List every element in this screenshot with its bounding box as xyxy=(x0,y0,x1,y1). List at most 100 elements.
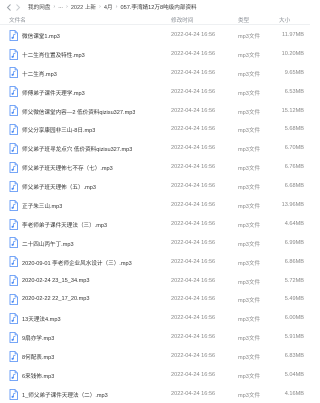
audio-file-icon xyxy=(9,237,18,249)
column-name-header[interactable]: 文件名 xyxy=(9,16,26,24)
audio-file-icon xyxy=(9,67,18,79)
audio-file-icon xyxy=(9,162,18,173)
audio-file-icon xyxy=(9,294,18,306)
file-size: 5.49MB xyxy=(284,296,304,303)
file-row[interactable]: 师傅弟子课件天理学.mp3 2022-04-24 16:56 mp3文件 6.53MB xyxy=(0,83,310,102)
breadcrumb-2022-new[interactable]: 2022 上新 xyxy=(71,3,96,11)
file-row[interactable]: 微信课堂1.mp3 2022-04-24 16:56 mp3文件 11.97MB xyxy=(0,26,310,45)
column-modified-header[interactable]: 修改时间 xyxy=(171,16,193,24)
file-name: 师父弟子班寻龙点穴 低价资料qizisu327.mp3 xyxy=(22,147,133,154)
breadcrumb-april[interactable]: 4月 xyxy=(104,3,113,11)
file-type: mp3文件 xyxy=(238,260,261,267)
back-button[interactable] xyxy=(4,3,13,12)
column-size-header[interactable]: 大小 xyxy=(279,16,290,24)
file-modified-time: 2022-04-24 16:56 xyxy=(171,390,216,397)
file-row[interactable]: 二十四山丙午丁.mp3 2022-04-24 16:56 mp3文件 6.99MB xyxy=(0,234,310,253)
file-name: 师父微信课堂内容—2 低价资料qizisu327.mp3 xyxy=(22,109,136,116)
file-row[interactable]: 师父弟子班寻龙点穴 低价资料qizisu327.mp3 2022-04-24 16… xyxy=(0,139,310,158)
file-modified-time: 2022-04-24 16:56 xyxy=(171,239,216,246)
file-size: 5.72MB xyxy=(284,277,304,284)
file-modified-time: 2022-04-24 16:56 xyxy=(171,277,216,284)
file-row[interactable]: 8何配表.mp3 2022-04-24 16:56 mp3文件 6.83MB xyxy=(0,347,310,366)
file-type: mp3文件 xyxy=(238,317,261,324)
file-type: mp3文件 xyxy=(238,336,261,343)
file-row[interactable]: 师父分享康园非三山-8日.mp3 2022-04-24 16:56 mp3文件 5.6… xyxy=(0,120,310,139)
file-modified-time: 2022-04-24 16:56 xyxy=(171,220,216,227)
file-type: mp3文件 xyxy=(238,392,261,399)
file-size: 15.12MB xyxy=(281,107,304,114)
file-size: 6.86MB xyxy=(284,258,304,265)
file-type: mp3文件 xyxy=(238,90,261,97)
file-type: mp3文件 xyxy=(238,128,261,135)
file-modified-time: 2022-04-24 16:56 xyxy=(171,50,216,57)
file-name: 微信课堂1.mp3 xyxy=(22,34,60,40)
file-type: mp3文件 xyxy=(238,355,261,362)
file-modified-time: 2022-04-24 16:56 xyxy=(171,334,216,341)
file-name: 正子朱三山.mp3 xyxy=(22,204,63,211)
file-size: 6.99MB xyxy=(284,239,304,246)
file-row[interactable]: 13天理法4.mp3 2022-04-24 16:56 mp3文件 6.00MB xyxy=(0,309,310,328)
audio-file-icon xyxy=(9,180,18,192)
file-row[interactable]: 6来钱佈.mp3 2022-04-24 16:56 mp3文件 5.04MB xyxy=(0,366,310,385)
file-name: 师父弟子班天理佈七不存（七）.mp3 xyxy=(22,166,113,173)
audio-file-icon xyxy=(9,350,18,362)
column-type-header[interactable]: 类型 xyxy=(238,16,249,24)
file-row[interactable]: 2020-09-01 李老师企业风水设计（三）.mp3 2022-04-24 16… xyxy=(0,253,310,272)
file-row[interactable]: 正子朱三山.mp3 2022-04-24 16:56 mp3文件 13.96MB xyxy=(0,196,310,215)
audio-file-icon xyxy=(9,124,18,136)
file-size: 10.20MB xyxy=(281,50,304,57)
file-modified-time: 2022-04-24 16:56 xyxy=(171,126,216,133)
file-size: 4.64MB xyxy=(284,220,304,227)
file-type: mp3文件 xyxy=(238,147,261,154)
file-name: 2020-09-01 李老师企业风水设计（三）.mp3 xyxy=(22,260,132,267)
forward-button[interactable] xyxy=(13,3,22,12)
file-type: mp3文件 xyxy=(238,109,261,116)
breadcrumb-separator: › xyxy=(65,4,68,10)
file-name: 2020-02-24 23_15_34.mp3 xyxy=(22,277,90,284)
file-name: 8何配表.mp3 xyxy=(22,355,55,362)
file-row[interactable]: 十二生肖位置及特性.mp3 2022-04-24 16:56 mp3文件 10.20M… xyxy=(0,45,310,64)
file-size: 6.53MB xyxy=(284,88,304,95)
audio-file-icon xyxy=(9,48,18,60)
file-size: 6.00MB xyxy=(284,315,304,322)
file-name: 十二生肖位置及特性.mp3 xyxy=(22,52,85,59)
file-size: 6.70MB xyxy=(284,145,304,152)
file-type: mp3文件 xyxy=(238,166,261,173)
file-row[interactable]: 师父微信课堂内容—2 低价资料qizisu327.mp3 2022-04-24 1… xyxy=(0,102,310,121)
file-row[interactable]: 2020-02-22 22_17_20.mp3 2022-04-24 16:56 m… xyxy=(0,290,310,309)
audio-file-icon xyxy=(9,332,18,343)
file-name: 十二生肖.mp3 xyxy=(22,71,57,78)
breadcrumb-ellipsis[interactable]: ... xyxy=(58,4,63,10)
file-type: mp3文件 xyxy=(238,374,261,381)
file-row[interactable]: 2020-02-24 23_15_34.mp3 2022-04-24 16:56 m… xyxy=(0,272,310,291)
file-modified-time: 2022-04-24 16:56 xyxy=(171,32,216,38)
file-modified-time: 2022-04-24 16:56 xyxy=(171,88,216,95)
file-name: 李老师弟子课件天理法（三）.mp3 xyxy=(22,222,108,229)
chevron-left-icon xyxy=(6,3,11,11)
breadcrumb-my-drive[interactable]: 我的网盘 xyxy=(28,3,50,11)
file-modified-time: 2022-04-24 16:56 xyxy=(171,258,216,265)
audio-file-icon xyxy=(9,199,18,211)
file-modified-time: 2022-04-24 16:56 xyxy=(171,69,216,76)
file-row[interactable]: 十二生肖.mp3 2022-04-24 16:56 mp3文件 9.65MB xyxy=(0,64,310,83)
file-type: mp3文件 xyxy=(238,298,261,305)
file-row[interactable]: 1_师父弟子课件天理法（二）.mp3 2022-04-24 16:56 mp3文件 4… xyxy=(0,385,310,403)
audio-file-icon xyxy=(9,105,18,117)
chevron-right-icon xyxy=(15,3,20,11)
audio-file-icon xyxy=(9,313,18,324)
file-row[interactable]: 师父弟子班天理佈（五）.mp3 2022-04-24 16:56 mp3文件 6.68… xyxy=(0,177,310,196)
file-name: 6来钱佈.mp3 xyxy=(22,374,55,381)
file-list: 微信课堂1.mp3 2022-04-24 16:56 mp3文件 11.97MB 十二生… xyxy=(0,26,310,403)
file-type: mp3文件 xyxy=(238,34,261,40)
file-row[interactable]: 李老师弟子课件天理法（三）.mp3 2022-04-24 16:56 mp3文件 4.… xyxy=(0,215,310,234)
breadcrumb-separator: › xyxy=(115,4,118,10)
file-type: mp3文件 xyxy=(238,52,261,59)
breadcrumb: 我的网盘 › ... › 2022 上新 › 4月 › 057.李湾婧12万8吨… xyxy=(28,3,197,11)
breadcrumb-current-folder[interactable]: 057.李湾婧12万8吨级内部资料 xyxy=(120,3,196,11)
audio-file-icon xyxy=(9,29,18,41)
file-size: 6.68MB xyxy=(284,183,304,190)
file-size: 11.97MB xyxy=(282,32,304,38)
file-modified-time: 2022-04-24 16:56 xyxy=(171,372,216,379)
file-row[interactable]: 9扇亦学.mp3 2022-04-24 16:56 mp3文件 5.91MB xyxy=(0,328,310,347)
file-row[interactable]: 师父弟子班天理佈七不存（七）.mp3 2022-04-24 16:56 mp3文件 6… xyxy=(0,158,310,177)
